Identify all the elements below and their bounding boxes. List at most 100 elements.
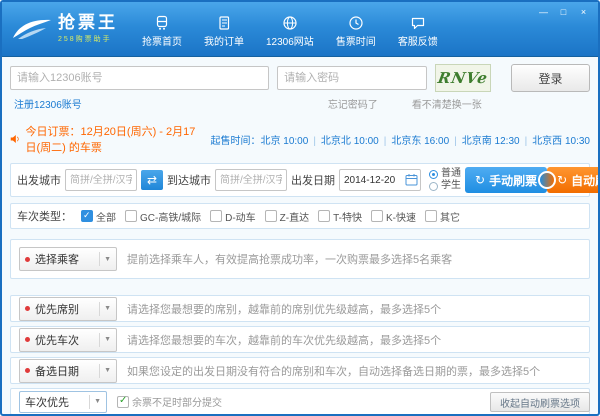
nav-item-12306-site[interactable]: 12306网站 — [266, 15, 314, 48]
nav-label: 客服反馈 — [398, 33, 438, 48]
radio-label: 普通 — [441, 169, 461, 179]
backup-date-section: 备选日期 ▼ 如果您设定的出发日期没有符合的席别和车次，自动选择备选日期的票，最… — [10, 357, 590, 384]
login-button[interactable]: 登录 — [511, 64, 590, 92]
sale-time-station: 北京西 10:30 — [532, 132, 590, 147]
from-city-input[interactable] — [65, 169, 137, 191]
logo-text: 抢票王 258购票助手 — [58, 14, 118, 44]
checkbox-label: 全部 — [96, 209, 116, 224]
chevron-down-icon: ▼ — [94, 398, 101, 405]
red-dot-icon — [25, 257, 30, 262]
app-window: 抢票王 258购票助手 抢票首页 我的订单 — [0, 0, 600, 416]
radio-student[interactable]: 学生 — [429, 181, 461, 191]
red-dot-icon — [25, 306, 30, 311]
depart-date-label: 出发日期 — [291, 172, 335, 188]
forgot-password-link[interactable]: 忘记密码了 — [328, 96, 378, 111]
checkbox-label: 其它 — [440, 209, 460, 224]
captcha-image[interactable]: RNVe — [435, 64, 491, 92]
refresh-icon: ↻ — [557, 173, 567, 187]
app-title: 抢票王 — [58, 14, 118, 32]
captcha-text: RNVe — [436, 69, 489, 87]
red-dot-icon — [25, 337, 30, 342]
preferred-seat-button[interactable]: 优先席别 ▼ — [19, 297, 117, 321]
chevron-down-icon: ▼ — [104, 367, 111, 374]
login-panel: RNVe 登录 — [10, 64, 590, 92]
sale-time-station: 北京北 10:00 — [321, 132, 391, 147]
manual-refresh-button[interactable]: ↻ 手动刷票 — [465, 167, 547, 193]
checkbox-label: Z-直达 — [280, 209, 309, 224]
ticket-type-radios: 普通 学生 — [429, 169, 461, 191]
checkbox-box — [265, 210, 277, 222]
nav-label: 抢票首页 — [142, 33, 182, 48]
train-priority-select[interactable]: 车次优先 ▼ — [19, 391, 107, 413]
traintype-k-checkbox[interactable]: K-快速 — [371, 209, 416, 224]
section-description: 如果您设定的出发日期没有符合的席别和车次，自动选择备选日期的票，最多选择5个 — [127, 363, 540, 379]
traintype-d-checkbox[interactable]: D-动车 — [210, 209, 256, 224]
orders-icon — [216, 15, 232, 31]
login-links: 注册12306账号 忘记密码了 看不清楚换一张 — [10, 96, 590, 111]
nav-item-home[interactable]: 抢票首页 — [142, 15, 182, 48]
chevron-down-icon: ▼ — [104, 256, 111, 263]
preferred-train-button[interactable]: 优先车次 ▼ — [19, 328, 117, 352]
close-button[interactable]: × — [575, 5, 592, 18]
checkbox-label: GC-高铁/城际 — [140, 209, 201, 224]
sale-time-label: 起售时间： — [211, 132, 261, 147]
divider — [89, 395, 90, 409]
train-type-label: 车次类型： — [17, 208, 72, 224]
main-content: RNVe 登录 注册12306账号 忘记密码了 看不清楚换一张 今日订票：12月… — [2, 57, 598, 415]
red-dot-icon — [25, 368, 30, 373]
checkbox-box — [318, 210, 330, 222]
notice-ticker: 今日订票：12月20日(周六) - 2月17日(周二) 的车票 起售时间： 北京… — [10, 123, 590, 155]
section-button-label: 备选日期 — [35, 363, 95, 379]
preferred-train-section: 优先车次 ▼ 请选择您最想要的车次，越靠前的车次优先级越高，最多选择5个 — [10, 326, 590, 353]
checkbox-box — [210, 210, 222, 222]
nav-item-feedback[interactable]: 客服反馈 — [398, 15, 438, 48]
auto-refresh-label: 自动刷票 — [571, 172, 600, 189]
clock-icon — [348, 15, 364, 31]
password-input[interactable] — [277, 66, 427, 90]
speaker-icon — [10, 133, 19, 145]
seat-class-section: 优先席别 ▼ 请选择您最想要的席别，越靠前的席别优先级越高，最多选择5个 — [10, 295, 590, 322]
logo-swoosh-icon — [12, 16, 52, 42]
radio-normal[interactable]: 普通 — [429, 169, 461, 179]
register-link[interactable]: 注册12306账号 — [14, 96, 82, 111]
nav-item-sale-time[interactable]: 售票时间 — [336, 15, 376, 48]
swap-cities-button[interactable]: ⇄ — [141, 170, 163, 190]
traintype-t-checkbox[interactable]: T-特快 — [318, 209, 362, 224]
checkbox-box — [425, 210, 437, 222]
to-city-input[interactable] — [215, 169, 287, 191]
divider — [99, 333, 100, 347]
refresh-actions: ↻ 手动刷票 ↻ 自动刷票 — [465, 167, 600, 193]
from-city-label: 出发城市 — [17, 172, 61, 188]
maximize-button[interactable]: □ — [555, 5, 572, 18]
chevron-down-icon: ▼ — [104, 336, 111, 343]
backup-date-button[interactable]: 备选日期 ▼ — [19, 359, 117, 383]
collapse-auto-refresh-button[interactable]: 收起自动刷票选项 — [490, 392, 590, 412]
nav-label: 售票时间 — [336, 33, 376, 48]
partial-submit-checkbox[interactable]: 余票不足时部分提交 — [117, 394, 222, 409]
refresh-icon: ↻ — [475, 173, 485, 187]
checkbox-label: D-动车 — [225, 209, 256, 224]
divider — [99, 252, 100, 266]
select-label: 车次优先 — [25, 394, 85, 410]
traintype-gc-checkbox[interactable]: GC-高铁/城际 — [125, 209, 201, 224]
traintype-all-checkbox[interactable]: 全部 — [81, 209, 116, 224]
link-circle-icon — [538, 171, 556, 189]
main-nav: 抢票首页 我的订单 12306网站 — [142, 15, 438, 48]
nav-item-orders[interactable]: 我的订单 — [204, 15, 244, 48]
section-button-label: 选择乘客 — [35, 251, 95, 267]
calendar-icon[interactable] — [405, 173, 418, 186]
minimize-button[interactable]: — — [535, 5, 552, 18]
checkbox-label: K-快速 — [386, 209, 416, 224]
traintype-z-checkbox[interactable]: Z-直达 — [265, 209, 309, 224]
traintype-other-checkbox[interactable]: 其它 — [425, 209, 460, 224]
checkbox-label: 余票不足时部分提交 — [132, 394, 222, 409]
titlebar: 抢票王 258购票助手 抢票首页 我的订单 — [2, 2, 598, 57]
train-type-panel: 车次类型： 全部 GC-高铁/城际 D-动车 Z-直达 T-特快 — [10, 203, 590, 229]
sale-time-station: 北京东 16:00 — [391, 132, 461, 147]
nav-label: 我的订单 — [204, 33, 244, 48]
account-input[interactable] — [10, 66, 269, 90]
app-logo: 抢票王 258购票助手 — [12, 14, 128, 44]
captcha-refresh-link[interactable]: 看不清楚换一张 — [412, 96, 482, 111]
sale-time-station: 北京 10:00 — [261, 132, 321, 147]
select-passenger-button[interactable]: 选择乘客 ▼ — [19, 247, 117, 271]
